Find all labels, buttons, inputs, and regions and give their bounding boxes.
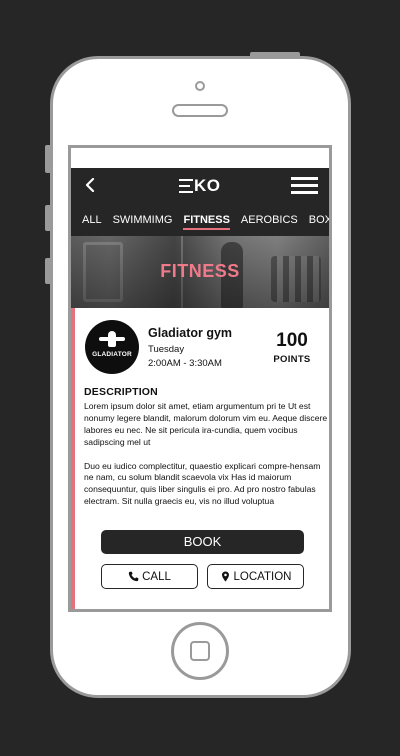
gym-name: Gladiator gym — [148, 326, 233, 340]
category-tabs: ALL SWIMMIMG FITNESS AEROBICS BOXING — [71, 204, 329, 236]
banner-title: FITNESS — [160, 261, 240, 281]
gym-day: Tuesday — [148, 344, 185, 355]
category-banner: FITNESS — [71, 236, 329, 308]
location-button[interactable]: LOCATION — [207, 564, 304, 589]
gym-card: GLADIATOR Gladiator gym Tuesday 2:00AM -… — [71, 308, 329, 609]
home-square-icon — [190, 641, 210, 661]
app-logo: KO — [179, 175, 221, 197]
tab-fitness[interactable]: FITNESS — [183, 213, 231, 230]
app-screen: KO ALL SWIMMIMG FITNESS AEROBICS BOXING … — [68, 145, 332, 612]
app-header: KO — [71, 168, 329, 204]
description-body: Lorem ipsum dolor sit amet, etiam argume… — [84, 401, 328, 507]
home-button[interactable] — [171, 622, 229, 680]
gym-logo: GLADIATOR — [85, 320, 139, 374]
menu-icon[interactable] — [291, 177, 318, 194]
tab-aerobics[interactable]: AEROBICS — [241, 213, 298, 227]
earpiece-speaker — [172, 104, 228, 117]
description-title: DESCRIPTION — [84, 386, 158, 398]
front-camera — [195, 81, 205, 91]
location-pin-icon — [221, 571, 229, 582]
call-button[interactable]: CALL — [101, 564, 198, 589]
logo-e-mark — [179, 179, 193, 193]
location-label: LOCATION — [233, 570, 292, 583]
call-label: CALL — [142, 570, 171, 583]
back-icon[interactable] — [84, 178, 98, 192]
tab-swimming[interactable]: SWIMMIMG — [113, 213, 173, 227]
book-button[interactable]: BOOK — [101, 530, 304, 554]
gym-logo-text: GLADIATOR — [92, 351, 132, 358]
points-value: 100 — [276, 330, 308, 351]
points-label: POINTS — [273, 354, 311, 365]
gym-time: 2:00AM - 3:30AM — [148, 358, 222, 369]
gladiator-helmet-icon — [99, 331, 125, 349]
phone-icon — [128, 571, 139, 582]
tab-all[interactable]: ALL — [82, 213, 102, 227]
logo-text: KO — [194, 176, 221, 195]
tab-boxing[interactable]: BOXING — [309, 213, 329, 227]
